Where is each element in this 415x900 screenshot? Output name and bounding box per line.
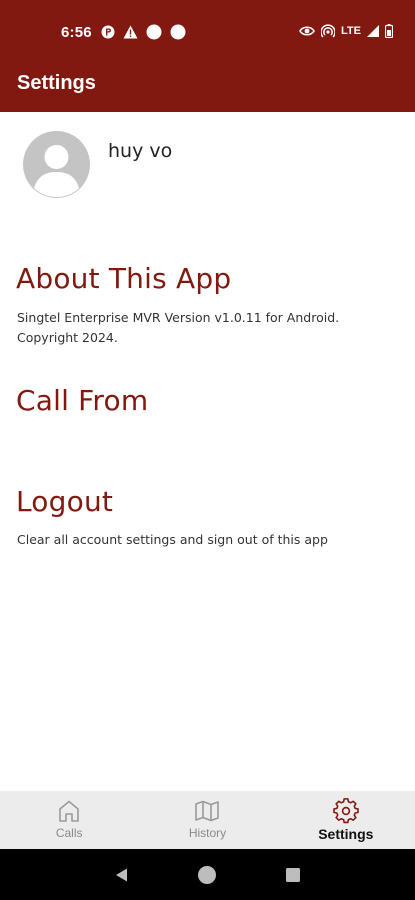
logout-description: Clear all account settings and sign out …	[17, 532, 328, 547]
nav-label-settings: Settings	[318, 826, 374, 842]
person-icon	[34, 145, 79, 197]
gear-icon	[333, 798, 359, 824]
nav-item-history[interactable]: History	[138, 791, 276, 849]
map-icon	[195, 800, 220, 822]
warning-icon	[123, 25, 138, 39]
status-system-icons: LTE	[299, 24, 393, 38]
about-title[interactable]: About This App	[16, 262, 231, 295]
dot-icon	[170, 24, 186, 40]
nav-label-history: History	[188, 826, 227, 840]
recents-icon[interactable]	[285, 867, 301, 883]
page-title: Settings	[17, 72, 96, 94]
status-time: 6:56	[61, 24, 92, 41]
avatar[interactable]	[23, 131, 90, 198]
home-icon	[59, 800, 79, 822]
call-from-title[interactable]: Call From	[16, 384, 148, 417]
bottom-nav: Calls History Settings	[0, 791, 415, 849]
eye-icon	[299, 26, 315, 36]
nav-item-settings[interactable]: Settings	[277, 791, 415, 849]
hotspot-icon	[321, 24, 336, 38]
battery-icon	[385, 24, 393, 38]
home-button-icon[interactable]	[197, 865, 217, 885]
signal-icon	[367, 25, 379, 37]
about-description: Singtel Enterprise MVR Version v1.0.11 f…	[17, 310, 340, 345]
nav-label-calls: Calls	[55, 826, 83, 840]
status-notification-icons	[101, 24, 186, 40]
system-nav-bar	[0, 849, 415, 900]
status-bar: 6:56 LTE	[0, 0, 415, 64]
logout-title[interactable]: Logout	[16, 485, 113, 518]
lte-label: LTE	[341, 25, 361, 37]
back-icon[interactable]	[114, 867, 130, 883]
dot-icon	[146, 24, 162, 40]
app-bar: Settings	[0, 64, 415, 112]
nav-item-calls[interactable]: Calls	[0, 791, 138, 849]
p-circle-icon	[101, 25, 115, 39]
user-name: huy vo	[108, 140, 173, 162]
